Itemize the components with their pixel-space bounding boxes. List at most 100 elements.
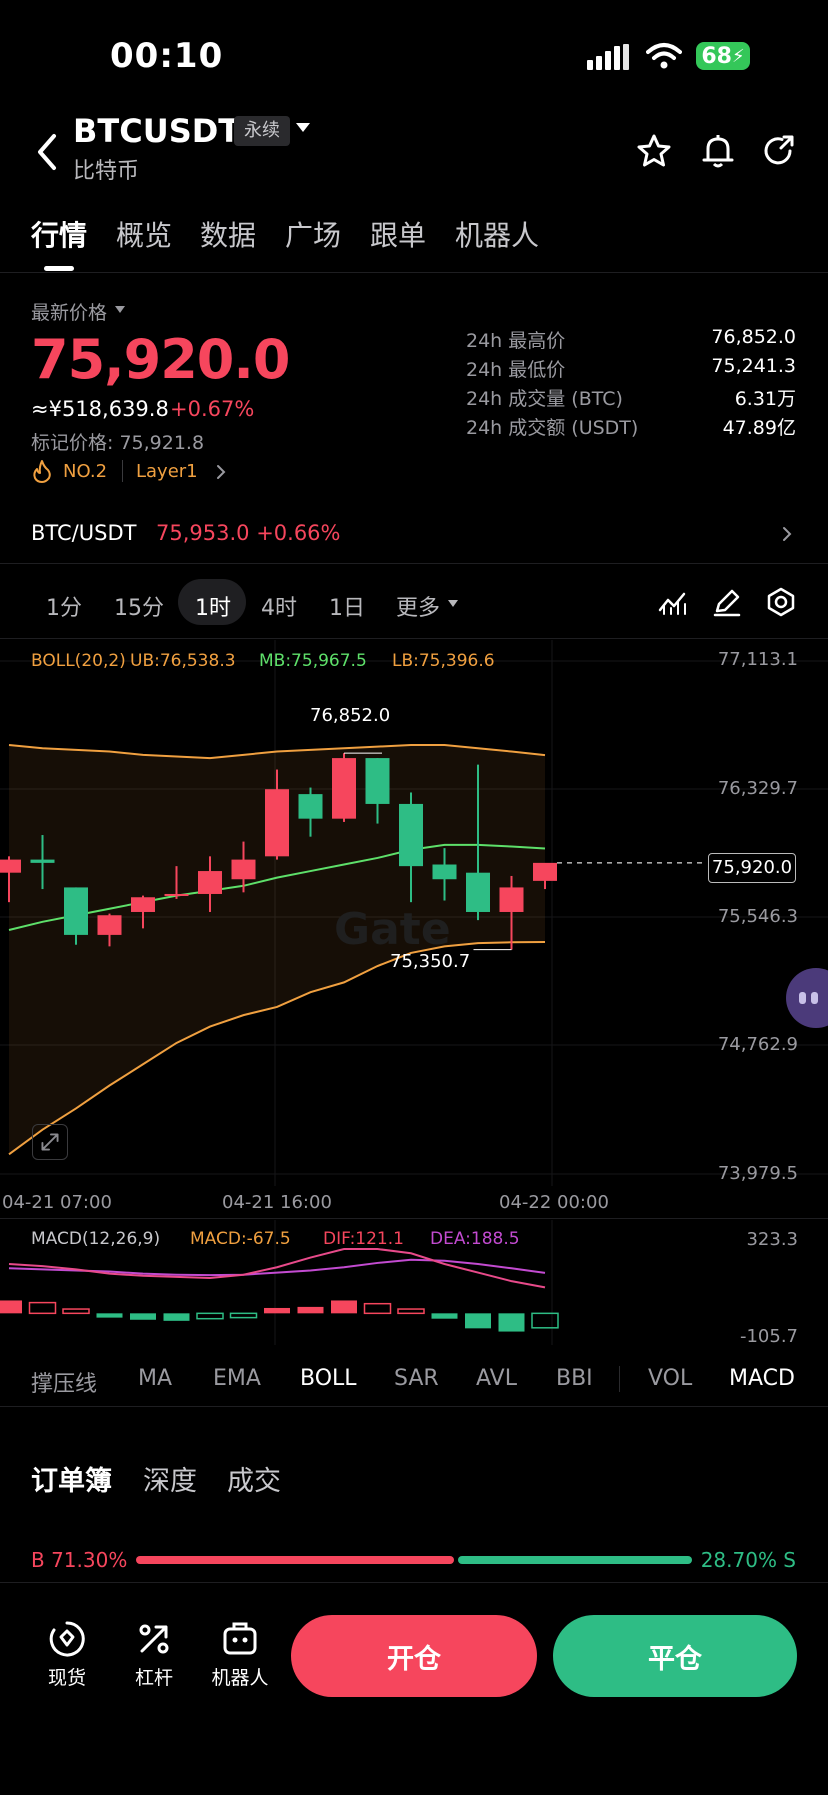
macd-histogram-bar xyxy=(465,1313,491,1329)
divider xyxy=(619,1366,620,1392)
spot-icon[interactable] xyxy=(47,1619,87,1659)
pencil-icon[interactable] xyxy=(710,586,744,618)
divider xyxy=(0,1218,828,1219)
close-position-button[interactable]: 平仓 xyxy=(553,1615,797,1697)
interval-1m[interactable]: 1分 xyxy=(46,590,82,622)
nav-bot-label[interactable]: 机器人 xyxy=(202,1663,278,1690)
current-price-tag: 75,920.0 xyxy=(708,853,796,883)
last-price-label[interactable]: 最新价格 xyxy=(31,298,107,325)
macd-dif: DIF:121.1 xyxy=(323,1229,404,1249)
candle-body xyxy=(97,915,122,935)
y-tick: 75,546.3 xyxy=(717,906,798,927)
sector-label[interactable]: Layer1 xyxy=(136,461,198,482)
macd-histogram-bar xyxy=(229,1312,258,1319)
indicator-avl[interactable]: AVL xyxy=(476,1366,517,1391)
macd-histogram-bar xyxy=(531,1312,559,1329)
indicator-macd[interactable]: MACD xyxy=(729,1366,795,1391)
interval-1h[interactable]: 1时 xyxy=(195,590,231,622)
sell-ratio-label: 28.70% S xyxy=(700,1548,796,1572)
back-icon[interactable] xyxy=(28,130,68,174)
buy-ratio-bar xyxy=(136,1556,454,1564)
tab-square[interactable]: 广场 xyxy=(285,214,341,254)
interval-1d[interactable]: 1日 xyxy=(329,590,365,622)
macd-histogram-bar xyxy=(28,1301,57,1315)
candle-body xyxy=(365,758,390,804)
candle-body xyxy=(332,758,356,819)
battery-indicator: 68 ⚡ xyxy=(696,42,750,70)
macd-histogram-bar xyxy=(297,1306,324,1314)
price-type-dropdown-icon[interactable] xyxy=(115,306,125,313)
candle-body xyxy=(131,897,155,912)
x-tick: 04-22 00:00 xyxy=(499,1192,609,1213)
candle-body xyxy=(399,803,423,867)
expand-icon[interactable] xyxy=(32,1124,68,1160)
stat-value-high: 76,852.0 xyxy=(711,326,796,348)
gear-icon[interactable] xyxy=(764,586,798,618)
indicator-sar[interactable]: SAR xyxy=(394,1366,439,1391)
indicator-boll[interactable]: BOLL xyxy=(300,1366,357,1391)
stat-label-high: 24h 最高价 xyxy=(466,330,566,352)
tab-bot[interactable]: 机器人 xyxy=(455,214,539,254)
more-dropdown-icon[interactable] xyxy=(448,600,458,607)
tab-data[interactable]: 数据 xyxy=(200,214,256,254)
open-position-button[interactable]: 开仓 xyxy=(291,1615,537,1697)
divider xyxy=(0,272,828,273)
y-tick: 76,329.7 xyxy=(717,778,798,799)
tab-overview[interactable]: 概览 xyxy=(116,214,172,254)
leverage-icon[interactable] xyxy=(134,1619,174,1659)
macd-title: MACD(12,26,9) xyxy=(31,1229,161,1249)
interval-more[interactable]: 更多 xyxy=(396,590,440,622)
favorite-star-icon[interactable] xyxy=(636,133,672,169)
charging-icon: ⚡ xyxy=(731,45,745,67)
indicator-support-resistance[interactable]: 撑压线 xyxy=(31,1366,97,1398)
macd-histogram-bar xyxy=(363,1302,392,1315)
macd-value: MACD:-67.5 xyxy=(190,1229,291,1249)
chevron-right-icon[interactable] xyxy=(780,524,794,544)
interval-15m[interactable]: 15分 xyxy=(114,590,164,622)
chevron-right-icon[interactable] xyxy=(214,463,228,481)
indicator-ma[interactable]: MA xyxy=(138,1366,172,1391)
robot-icon[interactable] xyxy=(220,1619,260,1659)
macd-histogram-bar xyxy=(498,1313,525,1332)
battery-level: 68 xyxy=(701,43,732,69)
nav-leverage-label[interactable]: 杠杆 xyxy=(124,1663,184,1690)
tab-orderbook[interactable]: 订单簿 xyxy=(31,1459,112,1498)
boll-title: BOLL(20,2) xyxy=(31,651,126,671)
macd-histogram-bar xyxy=(331,1300,357,1314)
rank-label[interactable]: NO.2 xyxy=(63,461,107,482)
bell-icon[interactable] xyxy=(700,133,736,169)
status-time: 00:10 xyxy=(110,36,224,76)
share-icon[interactable] xyxy=(760,133,796,169)
divider xyxy=(122,460,123,482)
indicator-vol[interactable]: VOL xyxy=(648,1366,692,1391)
boll-lb: LB:75,396.6 xyxy=(392,651,495,671)
candle-body xyxy=(499,887,524,912)
candle-body xyxy=(231,859,256,880)
macd-dea: DEA:188.5 xyxy=(430,1229,520,1249)
sell-ratio-bar xyxy=(458,1556,692,1564)
tab-depth[interactable]: 深度 xyxy=(143,1459,197,1498)
macd-histogram-bar xyxy=(130,1313,156,1320)
gate-watermark: Gate xyxy=(334,904,451,955)
y-tick: 74,762.9 xyxy=(717,1034,798,1055)
interval-4h[interactable]: 4时 xyxy=(261,590,297,622)
tab-copy-trading[interactable]: 跟单 xyxy=(370,214,426,254)
stat-value-turnover: 47.89亿 xyxy=(722,417,796,439)
macd-histogram-bar xyxy=(163,1313,190,1321)
active-tab-indicator xyxy=(44,266,74,271)
high-marker-label: 76,852.0 xyxy=(310,705,391,726)
indicator-ema[interactable]: EMA xyxy=(213,1366,261,1391)
indicator-bbi[interactable]: BBI xyxy=(556,1366,593,1391)
indicator-chart-icon[interactable] xyxy=(656,586,690,618)
spot-price-change[interactable]: 75,953.0 +0.66% xyxy=(156,521,341,545)
symbol-title[interactable]: BTCUSDT xyxy=(73,112,240,150)
nav-spot-label[interactable]: 现货 xyxy=(37,1663,97,1690)
tab-trades[interactable]: 成交 xyxy=(227,1459,281,1498)
boll-mb: MB:75,967.5 xyxy=(259,651,367,671)
spot-pair[interactable]: BTC/USDT xyxy=(31,521,136,545)
symbol-dropdown-icon[interactable] xyxy=(296,123,310,132)
last-price: 75,920.0 xyxy=(31,328,290,391)
tab-market[interactable]: 行情 xyxy=(31,214,87,254)
y-tick: 77,113.1 xyxy=(717,649,798,670)
stat-value-volume: 6.31万 xyxy=(734,388,796,410)
